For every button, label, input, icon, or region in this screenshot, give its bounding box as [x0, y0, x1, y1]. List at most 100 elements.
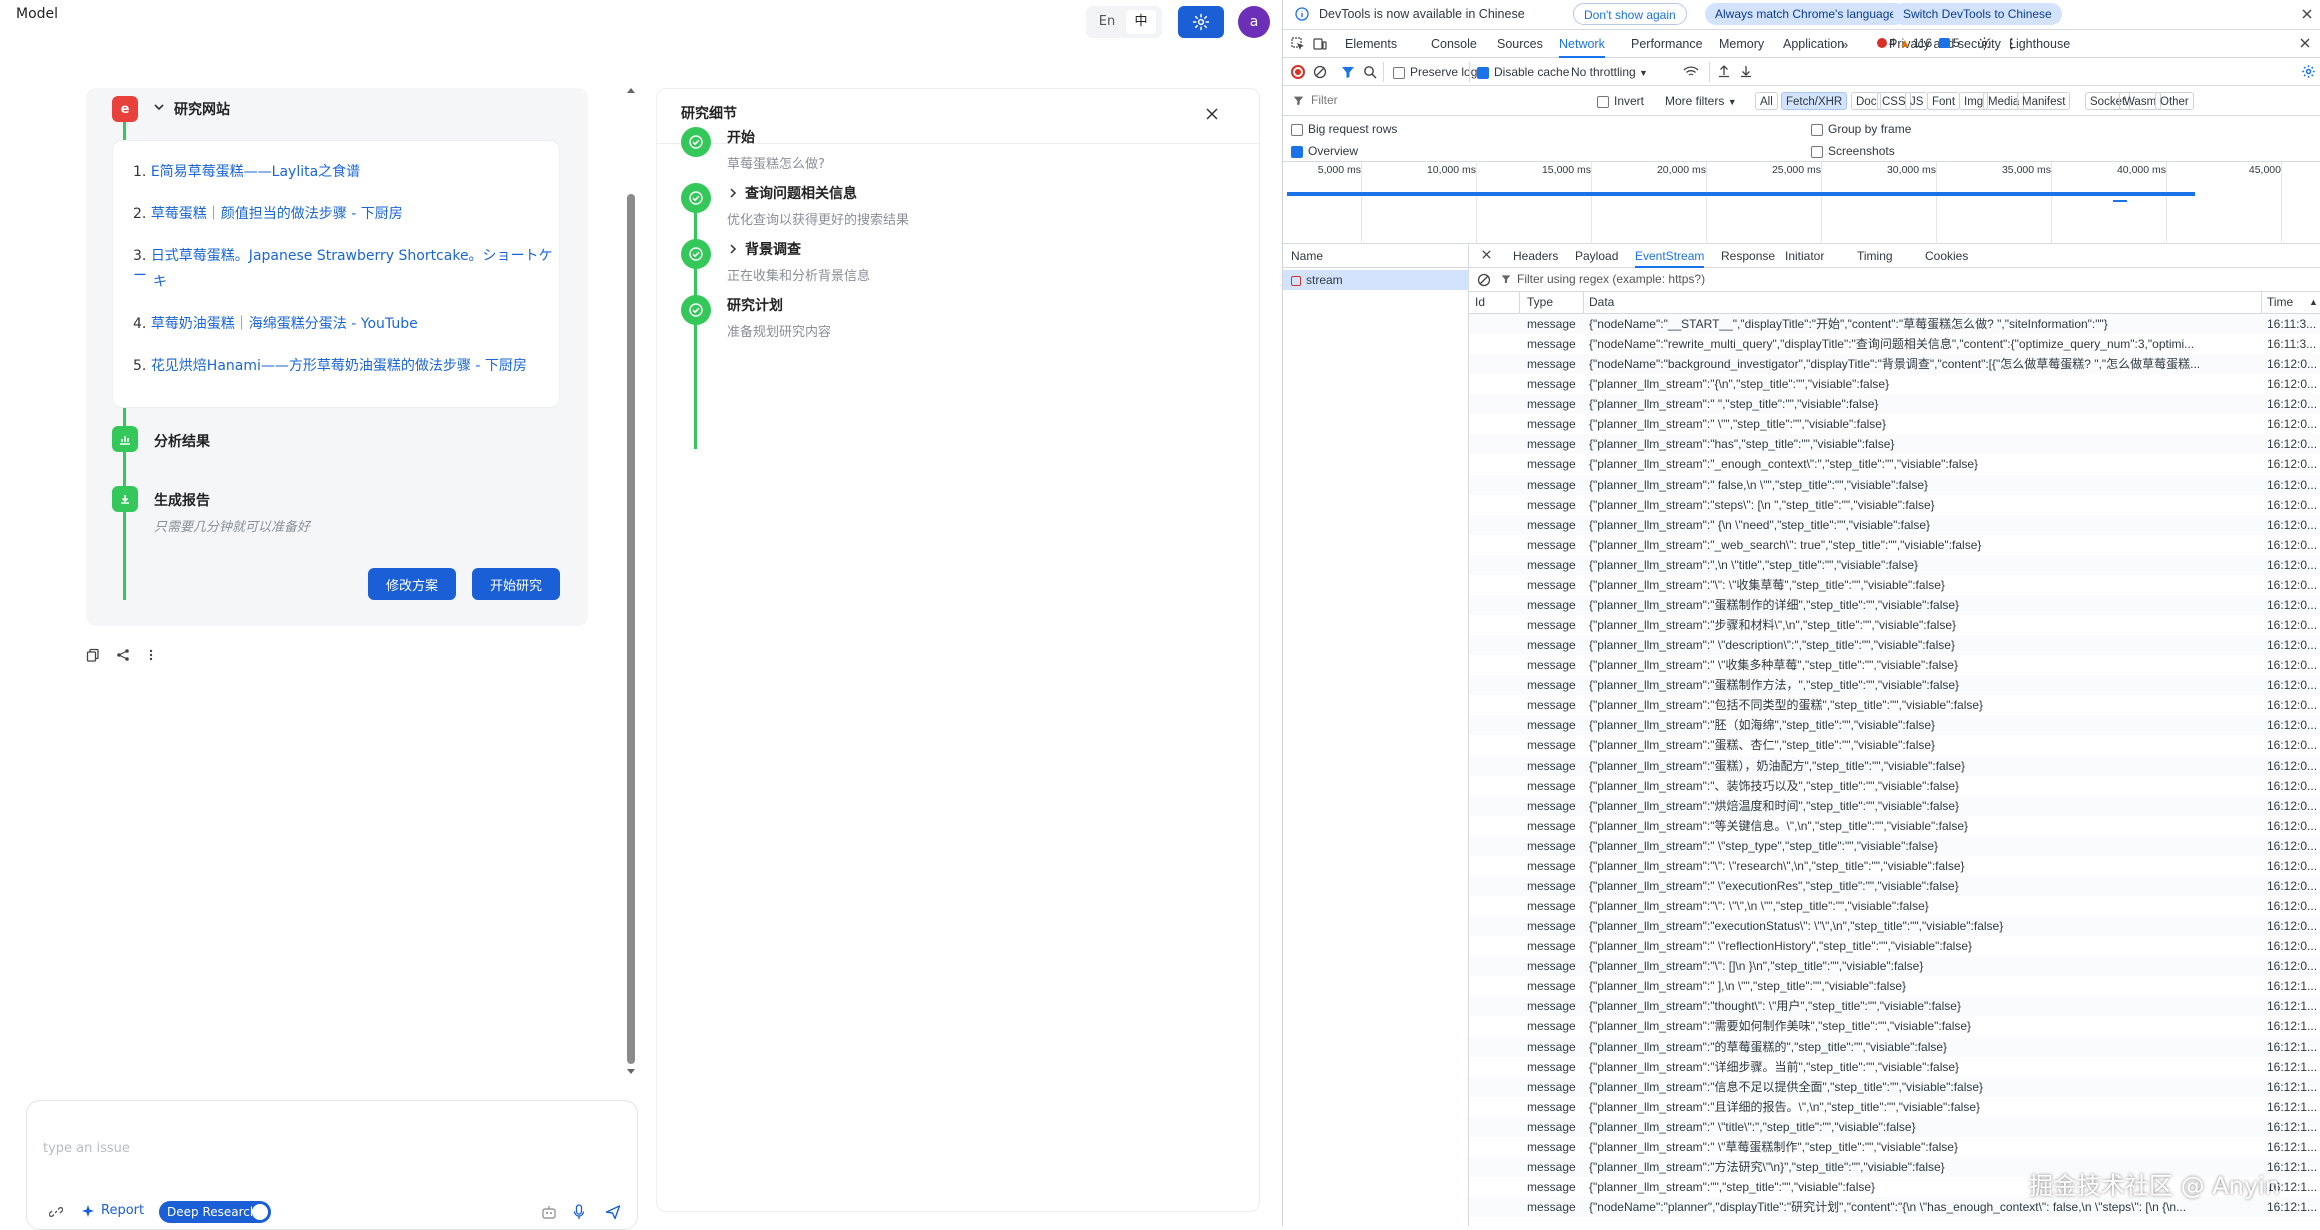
- step-title[interactable]: 背景调查: [745, 239, 801, 259]
- settings-button[interactable]: [1178, 6, 1224, 38]
- column-type[interactable]: Type: [1527, 295, 1553, 309]
- eventstream-row[interactable]: message {"planner_llm_stream":" ],\n \"",…: [1469, 976, 2320, 997]
- detail-tab-initiator[interactable]: Initiator: [1785, 244, 1824, 268]
- warning-count[interactable]: 116: [1913, 36, 1932, 50]
- link-icon[interactable]: [49, 1205, 63, 1219]
- eventstream-row[interactable]: message {"planner_llm_stream":" \"","step…: [1469, 414, 2320, 435]
- device-toolbar-icon[interactable]: [1313, 37, 1327, 51]
- chevron-down-icon[interactable]: [152, 100, 166, 114]
- dont-show-again-button[interactable]: Don't show again: [1573, 3, 1687, 25]
- name-header[interactable]: Name: [1283, 244, 1469, 268]
- share-icon[interactable]: [116, 648, 130, 662]
- more-icon[interactable]: [148, 648, 154, 662]
- send-icon[interactable]: [605, 1204, 621, 1220]
- eventstream-row[interactable]: message {"planner_llm_stream":"蛋糕制作方法，","…: [1469, 675, 2320, 696]
- overview-checkbox[interactable]: Overview: [1291, 144, 1358, 158]
- issue-input[interactable]: type an issue: [43, 1141, 130, 1156]
- close-icon[interactable]: [1205, 107, 1219, 121]
- eventstream-row[interactable]: message {"planner_llm_stream":" false,\n …: [1469, 474, 2320, 495]
- detail-tab-response[interactable]: Response: [1721, 244, 1775, 268]
- inspect-element-icon[interactable]: [1291, 37, 1305, 51]
- clear-icon[interactable]: [1313, 65, 1327, 79]
- gear-icon[interactable]: [1977, 36, 1992, 51]
- regex-filter-input[interactable]: Filter using regex (example: https?): [1517, 272, 1705, 286]
- throttling-select[interactable]: No throttling ▼: [1571, 65, 1648, 79]
- step-title[interactable]: 开始: [727, 127, 755, 147]
- eventstream-row[interactable]: message {"planner_llm_stream":"thought\":…: [1469, 996, 2320, 1017]
- search-icon[interactable]: [1363, 65, 1377, 79]
- switch-to-chinese-button[interactable]: Switch DevTools to Chinese: [1893, 3, 2062, 25]
- step-title[interactable]: 查询问题相关信息: [745, 183, 857, 203]
- eventstream-row[interactable]: message {"planner_llm_stream":"烘焙温度和时间","…: [1469, 795, 2320, 816]
- eventstream-row[interactable]: message {"planner_llm_stream":"步骤和材料\",\n…: [1469, 615, 2320, 636]
- chevron-right-icon[interactable]: [727, 243, 739, 255]
- lang-zh-button[interactable]: 中: [1126, 10, 1156, 34]
- kebab-menu-icon[interactable]: ⋮: [2005, 36, 2018, 52]
- always-match-language-button[interactable]: Always match Chrome's language: [1705, 3, 1907, 25]
- eventstream-row[interactable]: message {"planner_llm_stream":" \"收集多种草莓"…: [1469, 655, 2320, 676]
- eventstream-row[interactable]: message {"nodeName":"rewrite_multi_query"…: [1469, 334, 2320, 355]
- screenshots-checkbox[interactable]: Screenshots: [1811, 144, 1895, 158]
- scrollbar-thumb[interactable]: [627, 194, 635, 1064]
- more-tabs-icon[interactable]: »: [1841, 37, 1848, 52]
- clear-icon[interactable]: [1477, 273, 1491, 287]
- detail-tab-headers[interactable]: Headers: [1513, 244, 1558, 268]
- eventstream-row[interactable]: message {"planner_llm_stream":"的草莓蛋糕的","s…: [1469, 1036, 2320, 1057]
- eventstream-row[interactable]: message {"planner_llm_stream":"、装饰技巧以及","…: [1469, 775, 2320, 796]
- eventstream-row[interactable]: message {"planner_llm_stream":" \"reflect…: [1469, 936, 2320, 957]
- eventstream-row[interactable]: message {"planner_llm_stream":"包括不同类型的蛋糕"…: [1469, 695, 2320, 716]
- site-link-3[interactable]: 3. 日式草莓蛋糕。Japanese Strawberry Shortcake。…: [133, 245, 553, 285]
- eventstream-row[interactable]: message {"planner_llm_stream":"executionS…: [1469, 916, 2320, 937]
- scroll-up-icon[interactable]: [626, 86, 636, 94]
- lang-en-button[interactable]: En: [1092, 12, 1122, 32]
- site-link-2[interactable]: 2. 草莓蛋糕｜颜值担当的做法步骤 - 下厨房: [133, 203, 403, 223]
- detail-tab-eventstream[interactable]: EventStream: [1635, 244, 1705, 268]
- eventstream-row[interactable]: message {"planner_llm_stream":"需要如何制作美味",…: [1469, 1016, 2320, 1037]
- eventstream-row[interactable]: message {"planner_llm_stream":"\": []\n }…: [1469, 956, 2320, 977]
- eventstream-row[interactable]: message {"planner_llm_stream":"\": \"收集草莓…: [1469, 574, 2320, 595]
- filter-icon[interactable]: [1341, 65, 1355, 79]
- avatar[interactable]: a: [1238, 6, 1270, 38]
- more-filters-dropdown[interactable]: More filters ▼: [1665, 94, 1737, 108]
- network-conditions-icon[interactable]: [1683, 65, 1699, 79]
- tab-performance[interactable]: Performance: [1631, 30, 1703, 58]
- column-time[interactable]: Time: [2267, 295, 2293, 309]
- eventstream-row[interactable]: message {"planner_llm_stream":"steps\": […: [1469, 494, 2320, 515]
- eventstream-row[interactable]: message {"planner_llm_stream":" \"草莓蛋糕制作"…: [1469, 1136, 2320, 1157]
- eventstream-row[interactable]: message {"nodeName":"background_investiga…: [1469, 354, 2320, 375]
- scroll-down-icon[interactable]: [626, 1068, 636, 1076]
- robot-icon[interactable]: [541, 1205, 557, 1219]
- import-har-icon[interactable]: [1717, 64, 1731, 78]
- big-request-rows-checkbox[interactable]: Big request rows: [1291, 122, 1397, 136]
- eventstream-row[interactable]: message {"planner_llm_stream":" \"descrip…: [1469, 635, 2320, 656]
- column-id[interactable]: Id: [1475, 295, 1485, 309]
- tab-console[interactable]: Console: [1431, 30, 1477, 58]
- filter-type-other[interactable]: Other: [2155, 92, 2194, 110]
- record-icon[interactable]: [1291, 65, 1305, 79]
- tab-application[interactable]: Application: [1783, 30, 1844, 58]
- chevron-right-icon[interactable]: [727, 187, 739, 199]
- invert-checkbox[interactable]: Invert: [1597, 94, 1644, 108]
- detail-tab-payload[interactable]: Payload: [1575, 244, 1618, 268]
- eventstream-row[interactable]: message {"planner_llm_stream":"\": \"\",\…: [1469, 896, 2320, 917]
- filter-type-fetchxhr[interactable]: Fetch/XHR: [1781, 92, 1848, 110]
- filter-type-font[interactable]: Font: [1927, 92, 1961, 110]
- error-count[interactable]: 4: [1889, 36, 1896, 50]
- sort-caret-up-icon[interactable]: ▲: [2309, 297, 2318, 307]
- site-link-5[interactable]: 5. 花见烘焙Hanami——方形草莓奶油蛋糕的做法步骤 - 下厨房: [133, 355, 527, 375]
- filter-type-js[interactable]: JS: [1905, 92, 1929, 110]
- eventstream-row[interactable]: message {"planner_llm_stream":"蛋糕制作的详细","…: [1469, 594, 2320, 615]
- eventstream-row[interactable]: message {"planner_llm_stream":"{\n","step…: [1469, 374, 2320, 395]
- eventstream-row[interactable]: message {"planner_llm_stream":"胚（如海绵","st…: [1469, 715, 2320, 736]
- start-research-button[interactable]: 开始研究: [472, 568, 560, 600]
- tab-memory[interactable]: Memory: [1719, 30, 1764, 58]
- eventstream-row[interactable]: message {"planner_llm_stream":"信息不足以提供全面"…: [1469, 1076, 2320, 1097]
- eventstream-row[interactable]: message {"planner_llm_stream":",\n \"titl…: [1469, 554, 2320, 575]
- eventstream-row[interactable]: message {"planner_llm_stream":"has","step…: [1469, 434, 2320, 455]
- eventstream-row[interactable]: message {"planner_llm_stream":"\": \"rese…: [1469, 855, 2320, 876]
- eventstream-row[interactable]: message {"planner_llm_stream":" {\n \"nee…: [1469, 514, 2320, 535]
- site-link-3-wrap[interactable]: キ: [153, 271, 167, 291]
- eventstream-row[interactable]: message {"planner_llm_stream":"蛋糕），奶油配方",…: [1469, 755, 2320, 776]
- eventstream-row[interactable]: message {"planner_llm_stream":" \"title\"…: [1469, 1116, 2320, 1137]
- filter-type-manifest[interactable]: Manifest: [2017, 92, 2071, 110]
